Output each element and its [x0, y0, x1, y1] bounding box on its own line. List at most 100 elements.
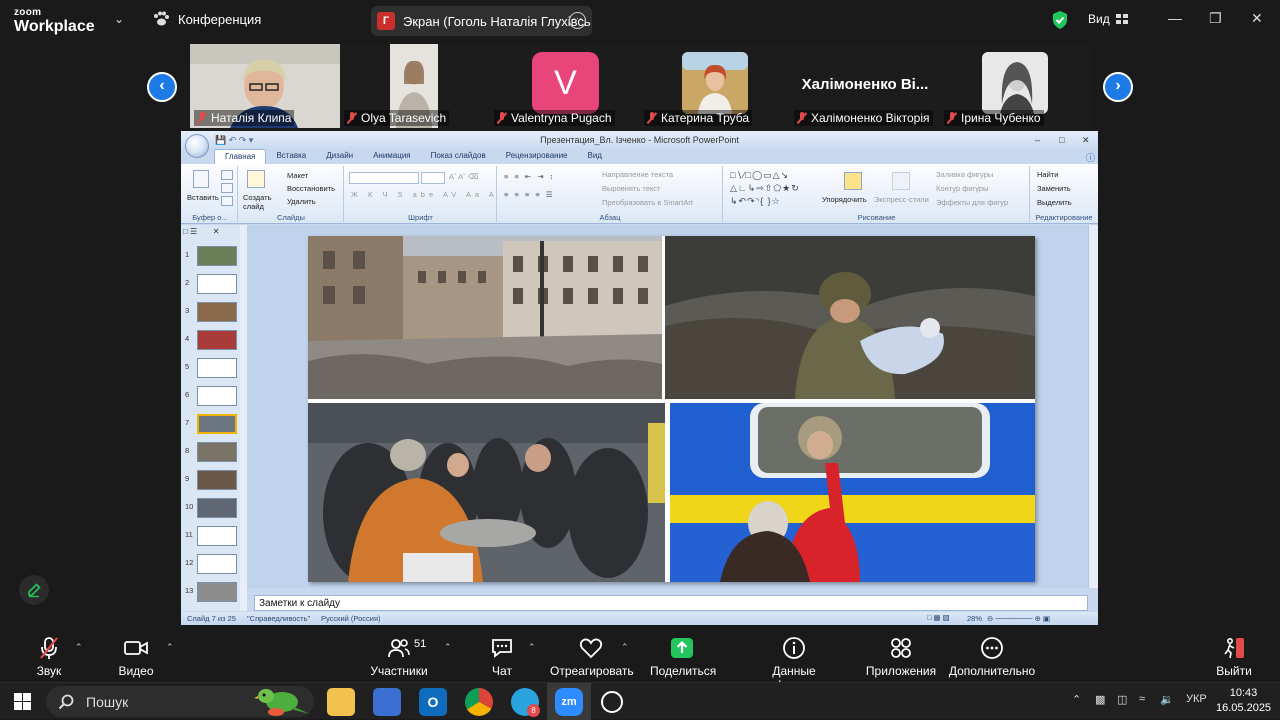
list-buttons[interactable]: ≡ ≡ ⇤ ⇥ ↕ — [504, 172, 555, 181]
participant-tile[interactable]: Olya Tarasevich — [340, 44, 490, 128]
chevron-down-icon[interactable]: ⌄ — [114, 12, 124, 26]
ppt-close-icon[interactable]: ✕ — [1082, 131, 1090, 149]
slide-thumbnail[interactable] — [197, 498, 237, 518]
share-screen-button[interactable]: Поделиться — [650, 636, 716, 678]
keyboard-language[interactable]: УКР — [1186, 693, 1207, 705]
obs-icon[interactable] — [601, 691, 623, 713]
alignment-buttons[interactable]: ≡ ≡ ≡ ≡ ☰ — [504, 190, 555, 199]
participants-options-caret[interactable]: ⌃ — [444, 642, 452, 653]
participant-tile[interactable]: V Valentryna Pugach — [490, 44, 640, 128]
more-button[interactable]: Дополнительно — [948, 636, 1036, 678]
font-size-input[interactable] — [421, 172, 445, 184]
chat-button[interactable]: Чат — [486, 636, 518, 678]
replace-button[interactable]: Заменить — [1037, 184, 1071, 193]
slide-thumbnail[interactable] — [197, 246, 237, 266]
video-options-caret[interactable]: ⌃ — [166, 642, 174, 653]
encryption-shield-icon[interactable] — [1051, 10, 1069, 35]
font-name-input[interactable] — [349, 172, 419, 184]
battery-icon[interactable]: ◫ — [1117, 693, 1127, 706]
video-button[interactable]: Видео — [114, 636, 158, 678]
slide-photo-food-queue[interactable] — [308, 403, 665, 582]
audio-options-caret[interactable]: ⌃ — [75, 642, 83, 653]
shapes-gallery-row3[interactable]: ↳↶↷◝{ }☆ — [730, 196, 781, 207]
thumbnail-tabs[interactable]: □ ☰ ✕ — [183, 227, 220, 236]
proofing-language[interactable]: Русский (Россия) — [321, 614, 381, 623]
slide-photo-ruined-city[interactable] — [308, 236, 662, 399]
volume-icon[interactable]: 🔉 — [1160, 693, 1174, 706]
participant-tile[interactable]: Ірина Чубенко — [940, 44, 1090, 128]
slide-thumbnail[interactable] — [197, 526, 237, 546]
shared-screen-powerpoint[interactable]: Презентация_Вл. Ізченко - Microsoft Powe… — [181, 131, 1098, 625]
zoom-slider[interactable]: ⊖ ─────── ⊕ ▣ — [987, 614, 1050, 623]
slide-thumbnail[interactable] — [197, 470, 237, 490]
align-text-button[interactable]: Выровнять текст — [602, 184, 660, 193]
ribbon-tab[interactable]: Вид — [578, 149, 612, 164]
slide-thumbnail[interactable] — [197, 582, 237, 602]
slide-photo-soldier-with-baby[interactable] — [665, 236, 1035, 399]
smartart-button[interactable]: Преобразовать в SmartArt — [602, 198, 693, 207]
view-mode-buttons[interactable]: □▦▧ — [927, 613, 952, 622]
participant-tile[interactable]: Наталія Клипа — [190, 44, 340, 128]
annotate-button[interactable] — [19, 575, 49, 605]
audio-button[interactable]: Звук — [30, 636, 68, 678]
chrome-icon[interactable] — [465, 688, 493, 716]
slide-photo-train-farewell[interactable] — [670, 403, 1035, 582]
slide-thumbnail-selected[interactable] — [197, 414, 237, 434]
slide-thumbnail[interactable] — [197, 274, 237, 294]
minimize-icon[interactable]: — — [1168, 10, 1182, 26]
ppt-restore-icon[interactable]: □ — [1059, 131, 1064, 149]
shape-fill-button[interactable]: Заливка фигуры — [936, 170, 993, 179]
text-direction-button[interactable]: Направление текста — [602, 170, 673, 179]
shapes-gallery-row2[interactable]: △∟↳⇨⇧⬠★↻ — [730, 183, 800, 194]
participant-tile[interactable]: Халімоненко Ві... Халімоненко Вікторія — [790, 44, 940, 128]
previous-page-button[interactable]: ‹ — [147, 72, 177, 102]
delete-button[interactable]: Удалить — [287, 197, 316, 206]
cut-icon[interactable] — [221, 170, 233, 180]
font-style-buttons[interactable]: Ж К Ч S abe AV Aa A — [351, 190, 498, 199]
tray-overflow-icon[interactable]: ⌃ — [1072, 693, 1081, 706]
new-slide-button[interactable]: Создать слайд — [243, 193, 275, 211]
copy-icon[interactable] — [221, 183, 233, 193]
taskbar-search[interactable]: Пошук — [46, 686, 314, 717]
ribbon-tab[interactable]: Анимация — [363, 149, 421, 164]
tray-app-icon[interactable]: ▩ — [1095, 693, 1105, 706]
zoom-app-icon[interactable]: zm — [555, 688, 583, 716]
thumbnail-scrollbar[interactable] — [240, 225, 247, 611]
file-explorer-icon[interactable] — [327, 688, 355, 716]
system-clock[interactable]: 10:43 16.05.2025 — [1216, 686, 1271, 716]
apps-button[interactable]: Приложения — [864, 636, 938, 678]
slide-notes-field[interactable]: Заметки к слайду — [254, 595, 1088, 611]
ribbon-tab[interactable]: Рецензирование — [496, 149, 578, 164]
outlook-icon[interactable]: O — [419, 688, 447, 716]
quick-access-icons[interactable]: 💾 ↶ ↷ ▾ — [215, 131, 253, 149]
telegram-icon[interactable]: 8 — [511, 688, 540, 717]
select-button[interactable]: Выделить — [1037, 198, 1072, 207]
ribbon-tab[interactable]: Показ слайдов — [421, 149, 496, 164]
paste-button[interactable]: Вставить — [187, 193, 219, 202]
screen-share-indicator[interactable]: Г Экран (Гоголь Наталія Глухівсь ··· — [371, 6, 592, 36]
format-painter-icon[interactable] — [221, 196, 233, 206]
layout-button[interactable]: Макет — [287, 171, 308, 180]
ribbon-tab[interactable]: Вставка — [266, 149, 316, 164]
slide-thumbnail[interactable] — [197, 358, 237, 378]
wifi-icon[interactable]: ≈ — [1139, 693, 1145, 705]
shapes-gallery[interactable]: □∖∕□◯▭△↘ — [730, 170, 789, 181]
ppt-minimize-icon[interactable]: – — [1035, 131, 1040, 149]
leave-button[interactable]: Выйти — [1214, 636, 1254, 678]
slide-thumbnail[interactable] — [197, 330, 237, 350]
participant-tile[interactable]: Катерина Труба — [640, 44, 790, 128]
shape-outline-button[interactable]: Контур фигуры — [936, 184, 988, 193]
view-button[interactable]: Вид — [1088, 12, 1128, 26]
ribbon-tab[interactable]: Главная — [214, 149, 267, 164]
meeting-menu[interactable]: Конференция — [152, 11, 261, 27]
close-icon[interactable]: ✕ — [1251, 10, 1263, 27]
more-options-icon[interactable]: ··· — [569, 12, 586, 29]
chat-options-caret[interactable]: ⌃ — [528, 642, 536, 653]
slide-thumbnail[interactable] — [197, 442, 237, 462]
participants-button[interactable]: 51 Участники — [368, 636, 430, 678]
slide-thumbnail[interactable] — [197, 554, 237, 574]
slide-thumbnail[interactable] — [197, 386, 237, 406]
next-page-button[interactable]: › — [1103, 72, 1133, 102]
restore-icon[interactable]: ❐ — [1209, 10, 1222, 27]
arrange-button[interactable]: Упорядочить — [822, 195, 867, 204]
